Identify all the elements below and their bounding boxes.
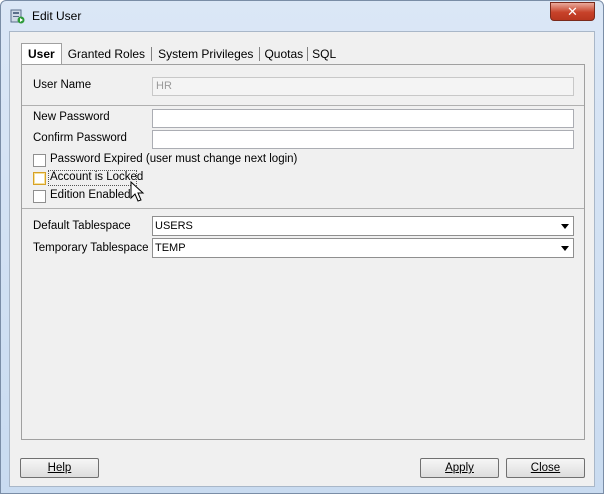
new-password-label: New Password [33,111,110,123]
chevron-down-icon [561,246,569,251]
default-tablespace-label: Default Tablespace [33,220,131,232]
close-button[interactable]: Close [506,458,585,478]
edition-enabled-checkbox[interactable] [33,190,46,203]
temporary-tablespace-label: Temporary Tablespace [33,242,149,254]
close-icon: ✕ [567,4,578,19]
dialog-client-area: User Granted Roles System Privileges Quo… [9,31,595,487]
user-tab-panel: User Name HR New Password Confirm Passwo… [21,64,585,440]
temporary-tablespace-value: TEMP [155,242,186,254]
divider [22,105,584,106]
apply-button-label: Apply [445,462,474,474]
user-name-field: HR [152,77,574,96]
edit-user-dialog: Edit User ✕ User Granted Roles System Pr… [0,0,604,494]
window-close-button[interactable]: ✕ [550,2,595,21]
tab-quotas[interactable]: Quotas [260,45,307,64]
tab-sql[interactable]: SQL [308,45,340,64]
confirm-password-field[interactable] [152,130,574,149]
password-expired-checkbox[interactable] [33,154,46,167]
tab-system-privileges[interactable]: System Privileges [152,45,259,64]
tab-strip: User Granted Roles System Privileges Quo… [21,43,340,64]
default-tablespace-select[interactable]: USERS [152,216,574,236]
new-password-field[interactable] [152,109,574,128]
tab-user[interactable]: User [21,43,62,64]
edition-enabled-label: Edition Enabled [50,189,131,201]
chevron-down-icon [561,224,569,229]
apply-button[interactable]: Apply [420,458,499,478]
account-locked-checkbox[interactable] [33,172,46,185]
user-app-icon [10,9,25,24]
divider [22,208,584,209]
default-tablespace-value: USERS [155,220,193,232]
confirm-password-label: Confirm Password [33,132,127,144]
password-expired-label: Password Expired (user must change next … [50,153,298,165]
title-bar[interactable]: Edit User ✕ [1,1,603,31]
help-button[interactable]: Help [20,458,99,478]
mouse-cursor-icon [130,181,145,202]
help-button-label: Help [47,462,72,474]
user-name-label: User Name [33,79,92,91]
close-button-label: Close [530,462,561,474]
temporary-tablespace-select[interactable]: TEMP [152,238,574,258]
window-title: Edit User [32,9,82,23]
tab-granted-roles[interactable]: Granted Roles [62,45,151,64]
